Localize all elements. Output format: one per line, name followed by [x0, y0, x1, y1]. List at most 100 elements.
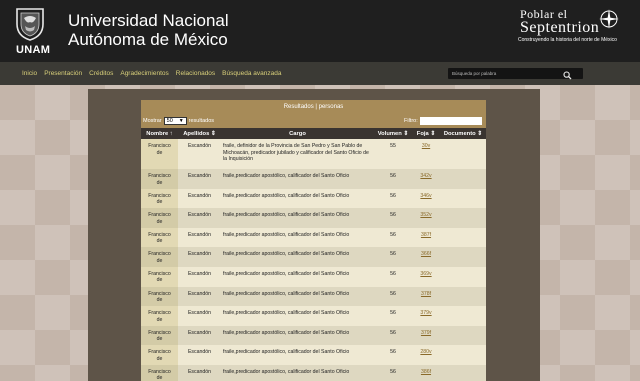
column-header-cargo[interactable]: Cargo — [221, 128, 374, 139]
cell-nombre: Francisco de — [141, 188, 178, 209]
table-row: Francisco de Escandón fraile,predicador apo… — [141, 169, 486, 189]
table-row: Francisco de Escandón fraile,predicador apo… — [141, 188, 486, 209]
search-input[interactable] — [452, 69, 562, 78]
column-header-documento[interactable]: Documento ⇕ — [440, 128, 486, 139]
cell-apellidos: Escandón — [178, 345, 221, 365]
filter-input[interactable] — [419, 117, 482, 125]
cell-documento — [440, 306, 486, 326]
foja-link[interactable]: 386f — [421, 369, 431, 375]
cell-cargo: fraile,predicador apostólico, calificado… — [221, 266, 374, 287]
table-row: Francisco de Escandón fraile,predicador apo… — [141, 345, 486, 365]
cell-nombre-line2: de — [156, 199, 163, 206]
cell-volumen: 56 — [374, 325, 412, 346]
cell-cargo: fraile,predicador apostólico, calificado… — [221, 286, 374, 307]
cell-foja: 280v — [412, 345, 440, 365]
show-label: Mostrar — [143, 118, 162, 124]
cell-apellidos: Escandón — [178, 169, 221, 189]
page-length-select[interactable]: 50 ▼ — [163, 117, 187, 125]
brand-line2: Septentrion — [520, 19, 600, 36]
foja-link[interactable]: 366f — [421, 251, 431, 257]
cell-cargo: fraile,predicador apostólico, calificado… — [221, 306, 374, 326]
cell-nombre-line2: de — [156, 238, 163, 245]
foja-link[interactable]: 280v — [420, 349, 431, 355]
cell-volumen: 56 — [374, 306, 412, 326]
cell-documento — [440, 266, 486, 287]
results-panel: Resultados | personas Mostrar 50 ▼ resul… — [141, 100, 486, 381]
foja-link[interactable]: 352v — [420, 212, 431, 218]
university-name[interactable]: Universidad Nacional Autónoma de México — [68, 11, 229, 49]
cell-cargo: fraile,predicador apostólico, calificado… — [221, 247, 374, 267]
foja-link[interactable]: 30v — [422, 143, 430, 149]
table-row: Francisco de Escandón fraile,predicador apo… — [141, 208, 486, 228]
cell-nombre: Francisco de — [141, 169, 178, 189]
foja-link[interactable]: 379f — [421, 330, 431, 336]
nav-links: Inicio Presentación Créditos Agradecimie… — [22, 70, 281, 77]
column-header-volumen[interactable]: Volumen ⇕ — [374, 128, 412, 139]
nav-item-relacionados[interactable]: Relacionados — [176, 70, 215, 77]
cell-cargo: fraile,predicador apostólico, calificado… — [221, 188, 374, 209]
foja-link[interactable]: 379v — [420, 310, 431, 316]
table-row: Francisco de Escandón fraile,predicador apo… — [141, 247, 486, 267]
cell-documento — [440, 139, 486, 169]
table-row: Francisco de Escandón fraile,predicador apo… — [141, 266, 486, 287]
foja-link[interactable]: 346v — [420, 193, 431, 199]
cell-apellidos: Escandón — [178, 364, 221, 381]
cell-nombre: Francisco de — [141, 266, 178, 287]
nav-item-presentacion[interactable]: Presentación — [44, 70, 82, 77]
column-header-nombre[interactable]: Nombre ↑ — [141, 128, 178, 139]
cell-cargo: fraile,predicador apostólico, calificado… — [221, 208, 374, 228]
cell-nombre-line2: de — [156, 218, 163, 225]
nav-item-inicio[interactable]: Inicio — [22, 70, 37, 77]
cell-nombre: Francisco de — [141, 286, 178, 307]
table-row: Francisco de Escandón fraile,predicador apo… — [141, 286, 486, 307]
table-header-row: Nombre ↑ Apellidos ⇕ Cargo Volumen ⇕ Foj… — [141, 128, 486, 139]
compass-icon — [598, 8, 620, 30]
cell-documento — [440, 325, 486, 346]
column-header-foja[interactable]: Foja ⇕ — [412, 128, 440, 139]
cell-nombre: Francisco de — [141, 227, 178, 248]
cell-apellidos: Escandón — [178, 247, 221, 267]
cell-apellidos: Escandón — [178, 325, 221, 346]
cell-volumen: 56 — [374, 227, 412, 248]
foja-link[interactable]: 378f — [421, 291, 431, 297]
table-row: Francisco de Escandón fraile,predicador apo… — [141, 306, 486, 326]
cell-nombre-line2: de — [156, 375, 163, 381]
cell-foja: 379v — [412, 306, 440, 326]
column-header-apellidos[interactable]: Apellidos ⇕ — [178, 128, 221, 139]
foja-link[interactable]: 387f — [421, 232, 431, 238]
cell-volumen: 56 — [374, 345, 412, 365]
cell-volumen: 56 — [374, 188, 412, 209]
results-title: Resultados | personas — [283, 104, 344, 110]
cell-apellidos: Escandón — [178, 139, 221, 169]
cell-nombre-line2: de — [156, 316, 163, 323]
cell-nombre-line2: de — [156, 257, 163, 264]
cell-nombre-line2: de — [156, 336, 163, 343]
nav-item-busqueda-avanzada[interactable]: Búsqueda avanzada — [222, 70, 281, 77]
cell-apellidos: Escandón — [178, 188, 221, 209]
cell-cargo: fraile,predicador apostólico, calificado… — [221, 169, 374, 189]
cell-documento — [440, 208, 486, 228]
search-box — [448, 68, 583, 80]
nav-item-agradecimientos[interactable]: Agradecimientos — [120, 70, 168, 77]
nav-item-creditos[interactable]: Créditos — [89, 70, 113, 77]
page-length-control: Mostrar 50 ▼ resultados — [143, 117, 214, 125]
cell-nombre-line2: de — [156, 277, 163, 284]
cell-foja: 30v — [412, 139, 440, 169]
cell-cargo: fraile,predicador apostólico, calificado… — [221, 325, 374, 346]
cell-cargo: fraile,predicador apostólico, calificado… — [221, 364, 374, 381]
cell-nombre-line2: de — [156, 179, 163, 186]
cell-foja: 387f — [412, 227, 440, 248]
page-length-value: 50 — [166, 118, 173, 124]
cell-nombre: Francisco de — [141, 325, 178, 346]
foja-link[interactable]: 369v — [420, 271, 431, 277]
cell-foja: 386f — [412, 364, 440, 381]
cell-nombre-line2: de — [156, 355, 163, 362]
cell-apellidos: Escandón — [178, 306, 221, 326]
cell-documento — [440, 364, 486, 381]
cell-volumen: 56 — [374, 364, 412, 381]
search-icon[interactable] — [562, 68, 573, 80]
cell-foja: 379f — [412, 325, 440, 346]
foja-link[interactable]: 342v — [420, 173, 431, 179]
poblar-septentrion-logo[interactable]: Poblar el Septentrion Construyendo la hi… — [516, 4, 634, 58]
cell-volumen: 56 — [374, 247, 412, 267]
